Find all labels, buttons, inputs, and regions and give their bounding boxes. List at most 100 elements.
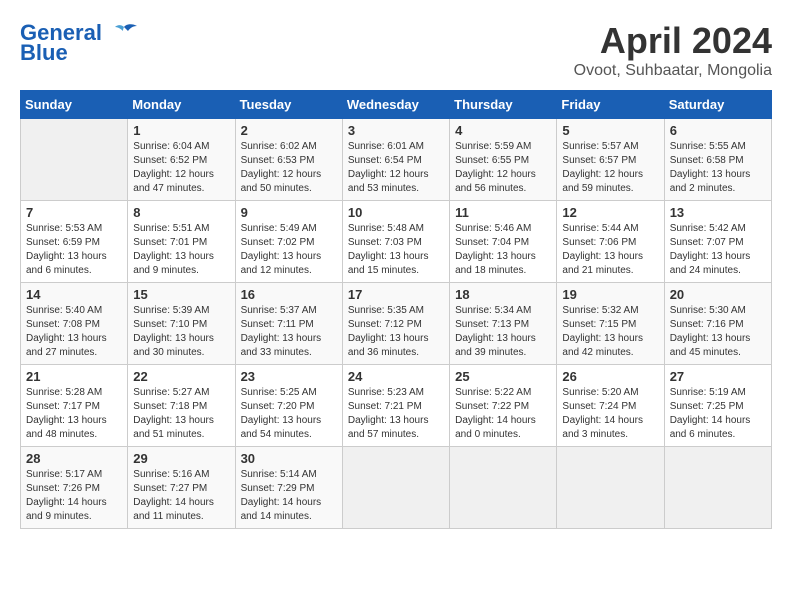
day-number: 2 — [241, 123, 337, 138]
day-info: Sunrise: 5:39 AMSunset: 7:10 PMDaylight:… — [133, 304, 229, 360]
logo: General Blue — [20, 20, 138, 64]
location: Ovoot, Suhbaatar, Mongolia — [574, 62, 772, 80]
day-info: Sunrise: 5:34 AMSunset: 7:13 PMDaylight:… — [455, 304, 551, 360]
calendar-day-cell: 16 Sunrise: 5:37 AMSunset: 7:11 PMDayligh… — [235, 283, 342, 365]
calendar-day-cell: 22Sunrise: 5:27 AMSunset: 7:18 PMDayligh… — [128, 365, 235, 447]
day-number: 18 — [455, 287, 551, 302]
page-header: General Blue April 2024 Ovoot, Suhbaatar… — [20, 20, 772, 80]
calendar-table: SundayMondayTuesdayWednesdayThursdayFrid… — [20, 90, 772, 529]
calendar-week-row: 7 Sunrise: 5:53 AMSunset: 6:59 PMDaylight… — [21, 201, 772, 283]
weekday-header: Wednesday — [342, 91, 449, 119]
day-info: Sunrise: 5:40 AMSunset: 7:08 PMDaylight:… — [26, 304, 122, 360]
calendar-week-row: 21 Sunrise: 5:28 AMSunset: 7:17 PMDayligh… — [21, 365, 772, 447]
calendar-day-cell: 20 Sunrise: 5:30 AMSunset: 7:16 PMDayligh… — [664, 283, 771, 365]
weekday-header: Tuesday — [235, 91, 342, 119]
day-info: Sunrise: 5:16 AMSunset: 7:27 PMDaylight:… — [133, 468, 229, 524]
weekday-header: Friday — [557, 91, 664, 119]
calendar-day-cell: 27Sunrise: 5:19 AMSunset: 7:25 PMDayligh… — [664, 365, 771, 447]
calendar-day-cell — [342, 447, 449, 529]
calendar-day-cell: 19Sunrise: 5:32 AMSunset: 7:15 PMDayligh… — [557, 283, 664, 365]
day-info: Sunrise: 5:59 AMSunset: 6:55 PMDaylight:… — [455, 140, 551, 196]
day-number: 20 — [670, 287, 766, 302]
calendar-day-cell: 24 Sunrise: 5:23 AMSunset: 7:21 PMDayligh… — [342, 365, 449, 447]
day-info: Sunrise: 5:28 AMSunset: 7:17 PMDaylight:… — [26, 386, 122, 442]
day-info: Sunrise: 5:53 AMSunset: 6:59 PMDaylight:… — [26, 222, 122, 278]
day-number: 30 — [241, 451, 337, 466]
logo-bird-icon — [110, 23, 138, 45]
day-info: Sunrise: 6:02 AMSunset: 6:53 PMDaylight:… — [241, 140, 337, 196]
day-info: Sunrise: 5:14 AMSunset: 7:29 PMDaylight:… — [241, 468, 337, 524]
day-info: Sunrise: 6:04 AMSunset: 6:52 PMDaylight:… — [133, 140, 229, 196]
day-number: 24 — [348, 369, 444, 384]
day-info: Sunrise: 5:49 AMSunset: 7:02 PMDaylight:… — [241, 222, 337, 278]
day-number: 10 — [348, 205, 444, 220]
calendar-day-cell: 8 Sunrise: 5:51 AMSunset: 7:01 PMDaylight… — [128, 201, 235, 283]
day-number: 29 — [133, 451, 229, 466]
calendar-week-row: 14 Sunrise: 5:40 AMSunset: 7:08 PMDayligh… — [21, 283, 772, 365]
calendar-day-cell: 26Sunrise: 5:20 AMSunset: 7:24 PMDayligh… — [557, 365, 664, 447]
calendar-day-cell: 9 Sunrise: 5:49 AMSunset: 7:02 PMDaylight… — [235, 201, 342, 283]
day-info: Sunrise: 5:30 AMSunset: 7:16 PMDaylight:… — [670, 304, 766, 360]
calendar-day-cell: 15Sunrise: 5:39 AMSunset: 7:10 PMDayligh… — [128, 283, 235, 365]
day-info: Sunrise: 5:23 AMSunset: 7:21 PMDaylight:… — [348, 386, 444, 442]
calendar-day-cell — [450, 447, 557, 529]
day-info: Sunrise: 5:17 AMSunset: 7:26 PMDaylight:… — [26, 468, 122, 524]
day-info: Sunrise: 5:22 AMSunset: 7:22 PMDaylight:… — [455, 386, 551, 442]
day-number: 8 — [133, 205, 229, 220]
day-number: 9 — [241, 205, 337, 220]
calendar-day-cell: 11 Sunrise: 5:46 AMSunset: 7:04 PMDayligh… — [450, 201, 557, 283]
day-number: 26 — [562, 369, 658, 384]
day-number: 3 — [348, 123, 444, 138]
calendar-day-cell: 7 Sunrise: 5:53 AMSunset: 6:59 PMDaylight… — [21, 201, 128, 283]
calendar-day-cell: 25 Sunrise: 5:22 AMSunset: 7:22 PMDayligh… — [450, 365, 557, 447]
day-number: 16 — [241, 287, 337, 302]
weekday-header: Monday — [128, 91, 235, 119]
weekday-header: Saturday — [664, 91, 771, 119]
day-number: 14 — [26, 287, 122, 302]
day-number: 5 — [562, 123, 658, 138]
calendar-day-cell: 30 Sunrise: 5:14 AMSunset: 7:29 PMDayligh… — [235, 447, 342, 529]
day-number: 22 — [133, 369, 229, 384]
day-number: 28 — [26, 451, 122, 466]
calendar-day-cell: 29 Sunrise: 5:16 AMSunset: 7:27 PMDayligh… — [128, 447, 235, 529]
calendar-day-cell: 28 Sunrise: 5:17 AMSunset: 7:26 PMDayligh… — [21, 447, 128, 529]
day-number: 7 — [26, 205, 122, 220]
day-number: 11 — [455, 205, 551, 220]
calendar-day-cell: 10 Sunrise: 5:48 AMSunset: 7:03 PMDayligh… — [342, 201, 449, 283]
calendar-day-cell: 12 Sunrise: 5:44 AMSunset: 7:06 PMDayligh… — [557, 201, 664, 283]
day-number: 4 — [455, 123, 551, 138]
day-info: Sunrise: 5:46 AMSunset: 7:04 PMDaylight:… — [455, 222, 551, 278]
calendar-day-cell: 3 Sunrise: 6:01 AMSunset: 6:54 PMDaylight… — [342, 119, 449, 201]
day-number: 1 — [133, 123, 229, 138]
title-block: April 2024 Ovoot, Suhbaatar, Mongolia — [574, 20, 772, 80]
day-number: 21 — [26, 369, 122, 384]
calendar-day-cell: 5Sunrise: 5:57 AMSunset: 6:57 PMDaylight… — [557, 119, 664, 201]
calendar-day-cell: 21 Sunrise: 5:28 AMSunset: 7:17 PMDayligh… — [21, 365, 128, 447]
month-title: April 2024 — [574, 20, 772, 62]
calendar-day-cell — [21, 119, 128, 201]
day-info: Sunrise: 5:48 AMSunset: 7:03 PMDaylight:… — [348, 222, 444, 278]
calendar-day-cell — [664, 447, 771, 529]
day-number: 12 — [562, 205, 658, 220]
day-info: Sunrise: 5:55 AMSunset: 6:58 PMDaylight:… — [670, 140, 766, 196]
calendar-week-row: 28 Sunrise: 5:17 AMSunset: 7:26 PMDayligh… — [21, 447, 772, 529]
calendar-day-cell: 13Sunrise: 5:42 AMSunset: 7:07 PMDayligh… — [664, 201, 771, 283]
weekday-header: Thursday — [450, 91, 557, 119]
calendar-day-cell — [557, 447, 664, 529]
day-number: 25 — [455, 369, 551, 384]
calendar-day-cell: 2 Sunrise: 6:02 AMSunset: 6:53 PMDaylight… — [235, 119, 342, 201]
day-number: 27 — [670, 369, 766, 384]
day-info: Sunrise: 5:44 AMSunset: 7:06 PMDaylight:… — [562, 222, 658, 278]
day-info: Sunrise: 6:01 AMSunset: 6:54 PMDaylight:… — [348, 140, 444, 196]
calendar-day-cell: 17Sunrise: 5:35 AMSunset: 7:12 PMDayligh… — [342, 283, 449, 365]
calendar-day-cell: 4 Sunrise: 5:59 AMSunset: 6:55 PMDaylight… — [450, 119, 557, 201]
day-info: Sunrise: 5:25 AMSunset: 7:20 PMDaylight:… — [241, 386, 337, 442]
calendar-week-row: 1 Sunrise: 6:04 AMSunset: 6:52 PMDaylight… — [21, 119, 772, 201]
calendar-day-cell: 14 Sunrise: 5:40 AMSunset: 7:08 PMDayligh… — [21, 283, 128, 365]
day-info: Sunrise: 5:51 AMSunset: 7:01 PMDaylight:… — [133, 222, 229, 278]
day-info: Sunrise: 5:35 AMSunset: 7:12 PMDaylight:… — [348, 304, 444, 360]
calendar-day-cell: 18 Sunrise: 5:34 AMSunset: 7:13 PMDayligh… — [450, 283, 557, 365]
day-number: 6 — [670, 123, 766, 138]
calendar-day-cell: 1 Sunrise: 6:04 AMSunset: 6:52 PMDaylight… — [128, 119, 235, 201]
day-info: Sunrise: 5:37 AMSunset: 7:11 PMDaylight:… — [241, 304, 337, 360]
